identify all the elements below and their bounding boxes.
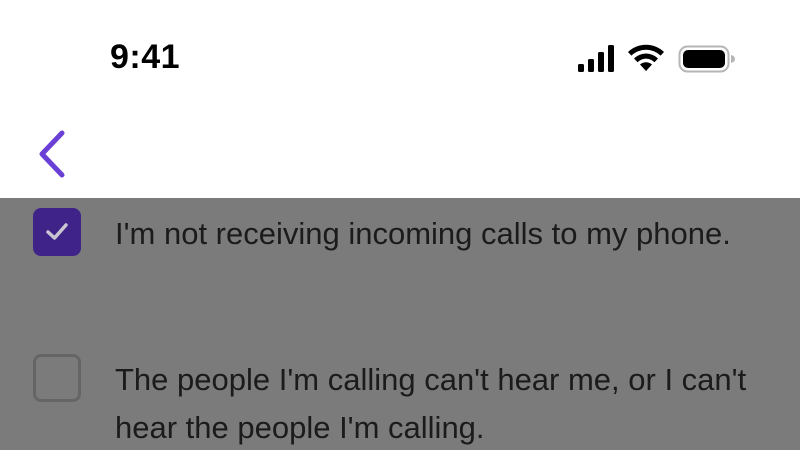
- checkbox-checked[interactable]: [33, 208, 81, 256]
- screen: 9:41 I'm not receiving incoming calls to…: [0, 0, 800, 450]
- option-label: The people I'm calling can't hear me, or…: [115, 362, 747, 445]
- battery-icon: [678, 45, 735, 73]
- chevron-left-icon: [39, 130, 65, 178]
- back-button[interactable]: [30, 128, 74, 180]
- option-label: I'm not receiving incoming calls to my p…: [115, 216, 731, 251]
- cellular-signal-icon: [578, 45, 614, 72]
- status-bar: 9:41: [0, 0, 800, 100]
- status-time: 9:41: [110, 38, 181, 76]
- nav-bar: [0, 100, 800, 198]
- checkmark-icon: [46, 223, 68, 240]
- options-list: I'm not receiving incoming calls to my p…: [0, 198, 800, 450]
- checkbox-unchecked[interactable]: [33, 354, 81, 402]
- wifi-icon: [628, 44, 664, 71]
